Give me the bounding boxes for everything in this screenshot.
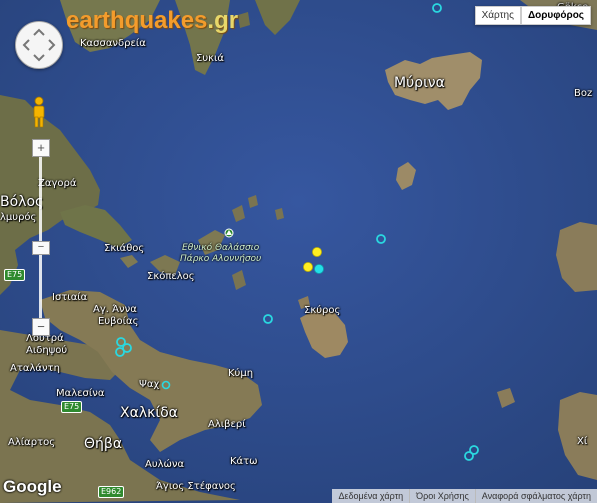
label-volos: Βόλος	[0, 194, 44, 210]
label-marine-park: Εθνικό Θαλάσσιο Πάρκο Αλοννήσου	[180, 243, 261, 265]
label-thiva: Θήβα	[84, 436, 123, 452]
label-psachna: Ψαχ	[139, 379, 160, 390]
label-park-line2: Πάρκο Αλοννήσου	[180, 254, 262, 264]
road-shield-e75-south: E75	[61, 401, 83, 413]
label-zagora: Ζαγορά	[38, 178, 77, 189]
label-skopelos: Σκόπελος	[147, 271, 195, 282]
label-myrina: Μύρινα	[394, 75, 445, 91]
satellite-map[interactable]	[0, 0, 597, 503]
zoom-slider-handle[interactable]: −	[32, 241, 50, 255]
label-kymi: Κύμη	[228, 368, 254, 379]
zoom-slider-track[interactable]	[39, 152, 42, 322]
label-agios-stefanos: Άγιος Στέφανος	[156, 481, 236, 492]
map-data-link[interactable]: Δεδομένα χάρτη	[332, 489, 409, 503]
label-istiaia: Ιστιαία	[52, 292, 88, 303]
google-logo: Google	[3, 477, 62, 496]
label-park-line1: Εθνικό Θαλάσσιο	[182, 243, 260, 253]
logo-main: earthquakes	[66, 7, 208, 34]
pan-down-icon[interactable]	[33, 54, 45, 62]
label-agia-anna-2: Ευβοίας	[98, 316, 139, 327]
road-shield-e75-north: E75	[4, 269, 26, 281]
map-type-map-button[interactable]: Χάρτης	[474, 6, 521, 25]
label-chalkida: Χαλκίδα	[120, 405, 178, 421]
map-footer: Δεδομένα χάρτη Όροι Χρήσης Αναφορά σφάλμ…	[332, 489, 597, 503]
report-error-link[interactable]: Αναφορά σφάλματος χάρτη	[474, 489, 597, 503]
label-sykia: Συκιά	[196, 53, 224, 64]
label-almyros: λμυρός	[0, 212, 37, 223]
label-loutra-2: Αιδηψού	[26, 345, 68, 356]
earthquake-marker-strong[interactable]	[314, 264, 324, 274]
label-skiathos: Σκιάθος	[104, 243, 145, 254]
label-kato: Κάτω	[230, 456, 258, 467]
label-boz: Boz	[574, 88, 593, 99]
zoom-out-button[interactable]: −	[32, 318, 50, 336]
label-malesina: Μαλεσίνα	[56, 388, 105, 399]
earthquake-marker-recent[interactable]	[303, 262, 313, 272]
label-aliartos: Αλίαρτος	[8, 437, 56, 448]
zoom-in-button[interactable]: +	[32, 139, 50, 157]
label-kassandreia: Κασσανδρεία	[80, 38, 146, 49]
label-skyros: Σκύρος	[304, 305, 341, 316]
earthquakes-logo: earthquakes.gr	[66, 7, 238, 35]
label-xio: Χί	[577, 436, 588, 447]
label-atalanti: Αταλάντη	[10, 363, 60, 374]
label-agia-anna-1: Αγ. Άννα	[93, 304, 137, 315]
logo-suffix: .gr	[207, 7, 239, 34]
map-type-control: Χάρτης Δορυφόρος	[474, 6, 591, 25]
map-type-satellite-button[interactable]: Δορυφόρος	[520, 6, 591, 25]
label-avlona: Αυλώνα	[145, 459, 185, 470]
road-shield-e962: E962	[98, 486, 125, 498]
pan-up-icon[interactable]	[33, 28, 45, 36]
earthquake-marker-recent[interactable]	[312, 247, 322, 257]
pan-right-icon[interactable]	[48, 39, 56, 51]
street-view-pegman-icon[interactable]	[31, 96, 47, 128]
pan-left-icon[interactable]	[22, 39, 30, 51]
label-aliveri: Αλιβερί	[208, 419, 246, 430]
pan-control[interactable]	[15, 21, 63, 69]
terms-link[interactable]: Όροι Χρήσης	[409, 489, 475, 503]
